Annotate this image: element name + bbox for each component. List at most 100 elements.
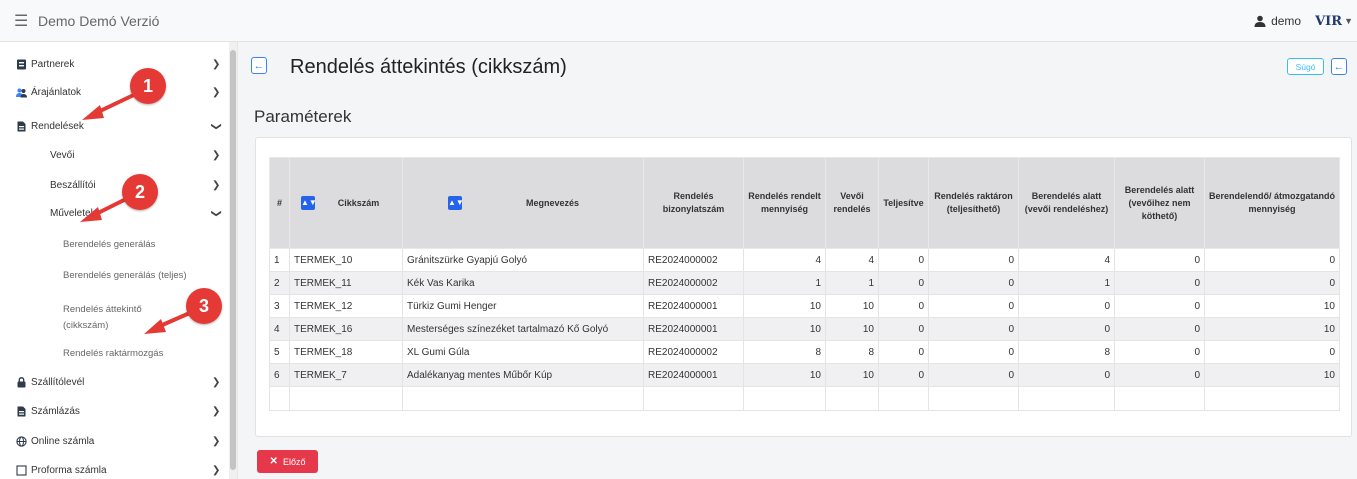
cell-stock: 0	[928, 363, 1019, 387]
cell-doc: RE2024000001	[643, 363, 744, 387]
col-header-notlinked: Berendelés alatt (vevőihez nem köthető)	[1114, 157, 1205, 249]
users-icon	[16, 88, 27, 97]
cell-customer: 10	[825, 317, 879, 341]
cell-index: 1	[269, 248, 290, 272]
cell-sku: TERMEK_18	[289, 340, 403, 364]
cell-stock: 0	[928, 248, 1019, 272]
col-header-stock: Rendelés raktáron (teljesíthető)	[928, 157, 1019, 249]
cell-ordered: 10	[743, 294, 826, 318]
cell-tomove: 10	[1204, 294, 1340, 318]
user-menu[interactable]: demo	[1254, 14, 1301, 28]
globe-icon	[16, 435, 27, 447]
annotation-marker-3: 3	[186, 288, 222, 324]
cell-stock: 0	[928, 294, 1019, 318]
sidebar-item-online-szamla[interactable]: Online számla ❯	[0, 428, 230, 454]
cell-under: 1	[1018, 271, 1115, 295]
cell-doc: RE2024000002	[643, 271, 744, 295]
cell-under: 4	[1018, 248, 1115, 272]
back-button[interactable]: ←	[251, 57, 267, 74]
topbar-right: demo VIR ▼	[1254, 0, 1357, 42]
sidebar-item-berendeles-generalas-teljes[interactable]: Berendelés generálás (teljes)	[0, 263, 230, 289]
sidebar-item-szallitolevel[interactable]: Szállítólevél ❯	[0, 369, 230, 395]
col-header-label: Megnevezés	[525, 197, 580, 208]
cell-name: Gránitszürke Gyapjú Golyó	[402, 248, 644, 272]
cell-done: 0	[878, 248, 929, 272]
col-header-done: Teljesítve	[878, 157, 929, 249]
cell-ordered: 10	[743, 363, 826, 387]
cell-ordered: 8	[743, 340, 826, 364]
cell-done: 0	[878, 363, 929, 387]
cell-done: 0	[878, 317, 929, 341]
table-row[interactable]: 3 TERMEK_12 Türkiz Gumi Henger RE2024000…	[269, 294, 1340, 318]
user-icon	[1254, 15, 1266, 27]
table-empty-row	[269, 386, 1340, 411]
cell-notlinked: 0	[1114, 271, 1205, 295]
table-row[interactable]: 6 TERMEK_7 Adalékanyag mentes Műbőr Kúp …	[269, 363, 1340, 387]
app-title[interactable]: Demo Demó Verzió	[38, 13, 159, 29]
col-header-doc: Rendelés bizonylatszám	[643, 157, 744, 249]
table-row[interactable]: 1 TERMEK_10 Gránitszürke Gyapjú Golyó RE…	[269, 248, 1340, 272]
caret-down-icon: ▼	[1344, 16, 1353, 26]
cell-name: Türkiz Gumi Henger	[402, 294, 644, 318]
col-header-label: Cikkszám	[337, 197, 380, 208]
help-button[interactable]: Súgó	[1287, 58, 1324, 75]
cell-index: 4	[269, 317, 290, 341]
annotation-marker-1: 1	[130, 68, 166, 104]
cell-under: 0	[1018, 294, 1115, 318]
cell-name: XL Gumi Gúla	[402, 340, 644, 364]
sidebar-item-berendeles-generalas[interactable]: Berendelés generálás	[0, 232, 230, 258]
cell-name: Adalékanyag mentes Műbőr Kúp	[402, 363, 644, 387]
cell-customer: 4	[825, 248, 879, 272]
company-logo[interactable]: VIR ▼	[1315, 14, 1353, 29]
arrow-left-icon: ←	[1333, 60, 1345, 73]
cell-notlinked: 0	[1114, 294, 1205, 318]
sidebar-item-partnerek[interactable]: Partnerek ❯	[0, 51, 230, 77]
hamburger-menu-icon[interactable]: ☰	[14, 11, 30, 31]
sidebar-item-label: Rendelés áttekintő (cikkszám)	[63, 304, 142, 331]
sort-icon[interactable]: ▲▼	[448, 196, 464, 210]
table-row[interactable]: 2 TERMEK_11 Kék Vas Karika RE2024000002 …	[269, 271, 1340, 295]
cell-customer: 10	[825, 294, 879, 318]
cell-done: 0	[878, 340, 929, 364]
chevron-right-icon: ❯	[212, 405, 221, 417]
chevron-down-icon: ❯	[210, 121, 222, 131]
sidebar-item-beszallitoi[interactable]: Beszállítói ❯	[0, 172, 230, 198]
col-header-sku[interactable]: ▲▼ Cikkszám	[289, 157, 403, 249]
previous-button-label: Előző	[282, 456, 306, 467]
cell-sku: TERMEK_10	[289, 248, 403, 272]
col-header-name[interactable]: ▲▼ Megnevezés	[402, 157, 644, 249]
previous-button[interactable]: ✕ Előző	[257, 450, 318, 473]
cell-sku: TERMEK_7	[289, 363, 403, 387]
cell-sku: TERMEK_16	[289, 317, 403, 341]
col-header-tomove: Berendelendő/ átmozgatandó mennyiség	[1204, 157, 1340, 249]
cell-done: 0	[878, 271, 929, 295]
sidebar-item-rendelesek[interactable]: Rendelések ❯	[0, 113, 230, 139]
cell-notlinked: 0	[1114, 363, 1205, 387]
cell-index: 5	[269, 340, 290, 364]
close-icon: ✕	[269, 456, 278, 467]
cell-tomove: 0	[1204, 271, 1340, 295]
col-header-index: #	[269, 157, 290, 249]
table-row[interactable]: 5 TERMEK_18 XL Gumi Gúla RE2024000002 8 …	[269, 340, 1340, 364]
scrollbar-thumb[interactable]	[230, 50, 236, 470]
cell-notlinked: 0	[1114, 248, 1205, 272]
cell-ordered: 1	[743, 271, 826, 295]
sidebar-item-arajanlatok[interactable]: Árajánlatok ❯	[0, 79, 230, 105]
cell-stock: 0	[928, 317, 1019, 341]
cell-ordered: 10	[743, 317, 826, 341]
sidebar-item-label: Rendelés raktármozgás	[63, 348, 164, 359]
sidebar-scrollbar[interactable]	[229, 42, 237, 479]
sidebar-item-szamlazas[interactable]: Számlázás ❯	[0, 398, 230, 424]
table-row[interactable]: 4 TERMEK_16 Mesterséges színezéket tarta…	[269, 317, 1340, 341]
sidebar-item-vevoi[interactable]: Vevői ❯	[0, 142, 230, 168]
cell-doc: RE2024000001	[643, 317, 744, 341]
sidebar-item-label: Berendelés generálás	[63, 239, 156, 250]
sidebar-item-proforma-szamla[interactable]: Proforma számla ❯	[0, 457, 230, 479]
chevron-right-icon: ❯	[212, 58, 221, 70]
sidebar-item-rendeles-raktarmozgas[interactable]: Rendelés raktármozgás	[0, 341, 230, 367]
sidebar-item-label: Berendelés generálás (teljes)	[63, 270, 187, 281]
back-button-right[interactable]: ←	[1331, 58, 1347, 75]
cell-notlinked: 0	[1114, 317, 1205, 341]
sidebar-item-muveletek[interactable]: Műveletek ❯	[0, 200, 230, 226]
sort-icon[interactable]: ▲▼	[301, 196, 317, 210]
